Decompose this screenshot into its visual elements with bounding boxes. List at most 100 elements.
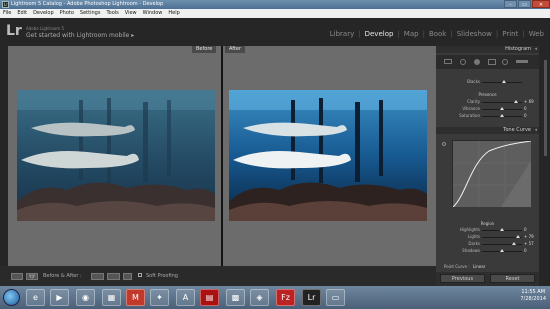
shadows-label: Shadows xyxy=(462,248,480,253)
gmail-icon[interactable]: M xyxy=(126,289,145,306)
soft-proofing-checkbox[interactable] xyxy=(138,273,142,277)
menu-edit[interactable]: Edit xyxy=(17,9,27,18)
right-panel: Histogram ◂ Blacks Presence Clarity + 69… xyxy=(436,46,539,286)
menu-bar: File Edit Develop Photo Settings Tools V… xyxy=(0,9,550,18)
clock-date: 7/28/2014 xyxy=(520,296,546,302)
blacks-label: Blacks xyxy=(467,79,480,84)
lights-slider[interactable]: Lights + 79 xyxy=(440,234,538,240)
menu-help[interactable]: Help xyxy=(168,9,179,18)
module-print[interactable]: Print xyxy=(502,30,518,38)
saturation-value[interactable]: 0 xyxy=(524,113,527,119)
identity-plate: Lr Adobe Lightroom 5 Get started with Li… xyxy=(0,18,550,46)
tone-curve-header[interactable]: Tone Curve ◂ xyxy=(436,127,539,134)
before-photo[interactable] xyxy=(17,90,215,221)
module-slideshow[interactable]: Slideshow xyxy=(457,30,492,38)
darks-knob[interactable] xyxy=(512,242,516,245)
radial-filter-icon[interactable] xyxy=(502,59,508,65)
panel-scrollbar[interactable] xyxy=(544,60,547,156)
clarity-label: Clarity xyxy=(466,99,480,104)
shadows-value[interactable]: 0 xyxy=(524,248,527,254)
explorer-icon[interactable]: ▦ xyxy=(102,289,121,306)
identity-subtitle: Adobe Lightroom 5 xyxy=(26,26,65,31)
highlights-knob[interactable] xyxy=(500,228,504,231)
histogram-header[interactable]: Histogram ◂ xyxy=(436,46,539,53)
clarity-knob[interactable] xyxy=(514,100,518,103)
vibrance-value[interactable]: 0 xyxy=(524,106,527,112)
soft-proofing-label: Soft Proofing xyxy=(146,273,178,279)
reset-button[interactable]: Reset xyxy=(490,274,535,283)
swap-settings-button[interactable] xyxy=(123,273,132,280)
maximize-button[interactable]: ▭ xyxy=(518,0,531,8)
lights-knob[interactable] xyxy=(516,235,520,238)
app-icon[interactable]: ✦ xyxy=(150,289,169,306)
module-library[interactable]: Library xyxy=(330,30,354,38)
red-eye-icon[interactable] xyxy=(474,59,480,65)
saturation-knob[interactable] xyxy=(500,114,504,117)
copy-before-settings-button[interactable] xyxy=(91,273,104,280)
shadows-knob[interactable] xyxy=(500,249,504,252)
app-icon: Lr xyxy=(2,1,9,8)
point-curve-label: Point Curve : xyxy=(444,264,470,269)
menu-tools[interactable]: Tools xyxy=(106,9,118,18)
vibrance-knob[interactable] xyxy=(500,107,504,110)
previous-button[interactable]: Previous xyxy=(440,274,485,283)
menu-photo[interactable]: Photo xyxy=(60,9,74,18)
graduated-filter-icon[interactable] xyxy=(488,59,496,65)
module-separator: | xyxy=(522,30,525,38)
close-button[interactable]: ✕ xyxy=(532,0,550,8)
lightroom-icon[interactable]: Lr xyxy=(302,289,321,306)
darks-label: Darks xyxy=(468,241,480,246)
saturation-slider[interactable]: Saturation 0 xyxy=(440,113,538,119)
shadows-slider[interactable]: Shadows 0 xyxy=(440,248,538,254)
app-icon[interactable]: ▩ xyxy=(226,289,245,306)
filezilla-icon[interactable]: Fz xyxy=(276,289,295,306)
targeted-adjustment-icon[interactable] xyxy=(442,142,446,146)
acrobat-icon[interactable]: ▤ xyxy=(200,289,219,306)
blacks-knob[interactable] xyxy=(502,80,506,83)
left-panel-gutter[interactable] xyxy=(0,46,8,286)
tone-curve-title: Tone Curve xyxy=(503,127,531,133)
darks-slider[interactable]: Darks + 57 xyxy=(440,241,538,247)
menu-develop[interactable]: Develop xyxy=(33,9,54,18)
vibrance-slider[interactable]: Vibrance 0 xyxy=(440,106,538,112)
app-icon[interactable]: ◈ xyxy=(250,289,269,306)
start-button[interactable] xyxy=(3,289,20,306)
system-tray-clock[interactable]: 11:55 AM 7/28/2014 xyxy=(520,289,546,303)
loupe-view-button[interactable] xyxy=(11,273,23,280)
tone-curve-graph[interactable] xyxy=(452,140,532,208)
menu-file[interactable]: File xyxy=(3,9,11,18)
menu-window[interactable]: Window xyxy=(143,9,163,18)
clarity-slider[interactable]: Clarity + 69 xyxy=(440,99,538,105)
copy-after-settings-button[interactable] xyxy=(107,273,120,280)
module-develop[interactable]: Develop xyxy=(365,30,394,38)
module-map[interactable]: Map xyxy=(404,30,419,38)
chrome-icon[interactable]: ◉ xyxy=(76,289,95,306)
before-label: Before xyxy=(192,46,217,53)
point-curve-row[interactable]: Point Curve : Linear xyxy=(444,264,485,269)
menu-view[interactable]: View xyxy=(125,9,137,18)
blacks-slider[interactable]: Blacks xyxy=(440,79,538,85)
after-photo[interactable] xyxy=(229,90,427,221)
ie-icon[interactable]: e xyxy=(26,289,45,306)
crop-tool-icon[interactable] xyxy=(444,59,452,64)
darks-value[interactable]: + 57 xyxy=(524,241,534,247)
before-after-divider xyxy=(221,46,223,266)
highlights-slider[interactable]: Highlights 0 xyxy=(440,227,538,233)
module-book[interactable]: Book xyxy=(429,30,446,38)
app-icon[interactable]: A xyxy=(176,289,195,306)
adjustment-brush-icon[interactable] xyxy=(516,60,528,63)
before-after-view[interactable]: Before After xyxy=(8,46,436,266)
highlights-value[interactable]: 0 xyxy=(524,227,527,233)
clarity-value[interactable]: + 69 xyxy=(524,99,534,105)
point-curve-value[interactable]: Linear xyxy=(473,264,485,269)
lightroom-mobile-link[interactable]: Get started with Lightroom mobile ▸ xyxy=(26,32,134,39)
media-player-icon[interactable]: ▶ xyxy=(50,289,69,306)
tone-curve-line xyxy=(452,140,532,208)
module-web[interactable]: Web xyxy=(529,30,544,38)
menu-settings[interactable]: Settings xyxy=(80,9,101,18)
app-icon[interactable]: ▭ xyxy=(326,289,345,306)
before-after-view-button[interactable]: Y|Y xyxy=(26,273,38,280)
minimize-button[interactable]: – xyxy=(504,0,517,8)
spot-removal-icon[interactable] xyxy=(460,59,466,65)
lights-value[interactable]: + 79 xyxy=(524,234,534,240)
